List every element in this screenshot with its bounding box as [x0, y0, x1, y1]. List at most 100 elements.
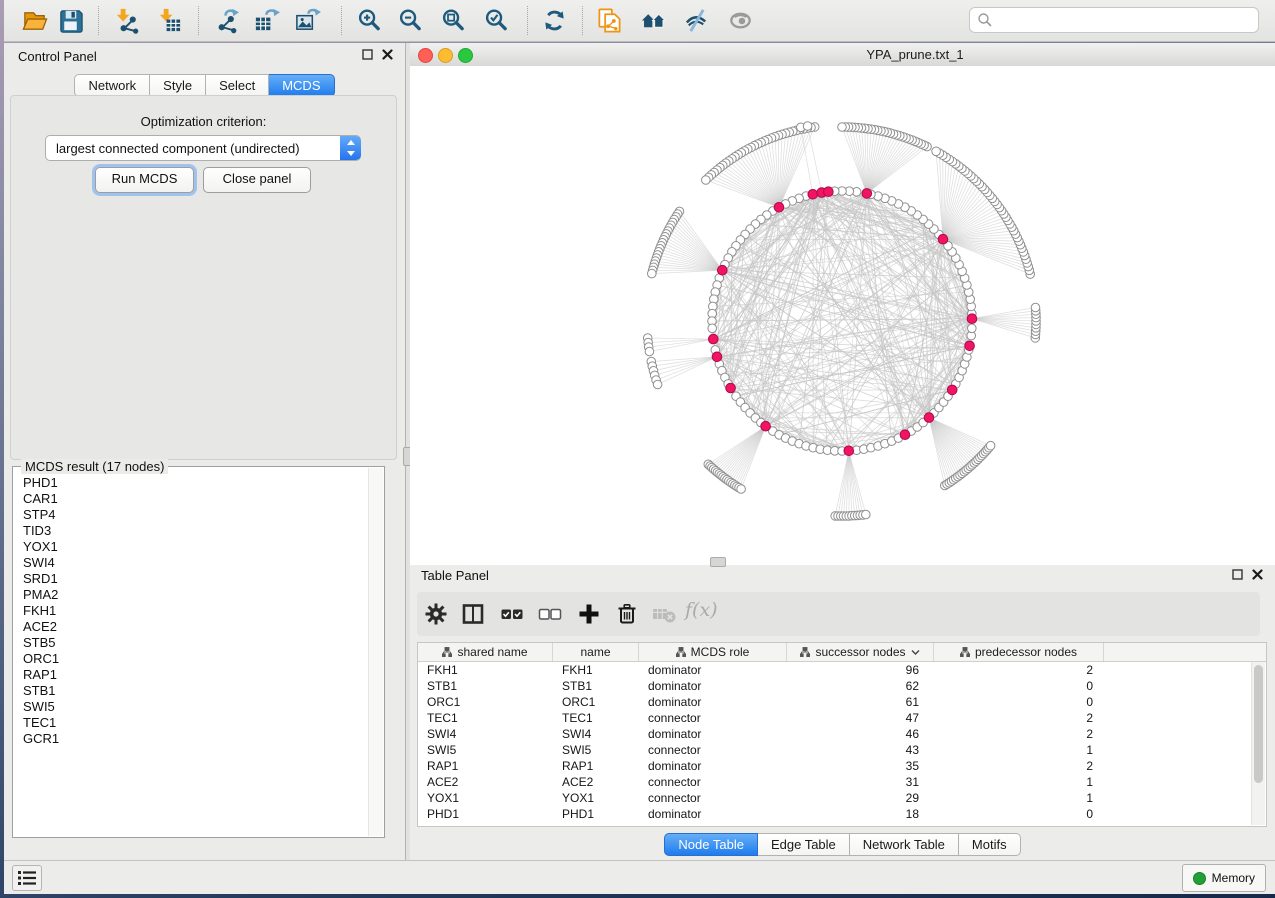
tab-network-table[interactable]: Network Table	[850, 833, 959, 856]
mcds-result-item[interactable]: FKH1	[23, 603, 368, 619]
network-hub-node[interactable]	[924, 413, 934, 423]
tab-edge-table[interactable]: Edge Table	[758, 833, 850, 856]
table-header-row[interactable]: shared namenameMCDS rolesuccessor nodesp…	[418, 643, 1266, 662]
table-settings-icon[interactable]	[423, 601, 449, 627]
network-hub-node[interactable]	[726, 383, 736, 393]
network-node[interactable]	[645, 347, 654, 356]
column-header-shared-name[interactable]: shared name	[418, 643, 553, 661]
float-panel-icon[interactable]	[362, 49, 373, 60]
network-node[interactable]	[708, 324, 717, 333]
mcds-result-item[interactable]: ACE2	[23, 619, 368, 635]
mcds-result-item[interactable]: GCR1	[23, 731, 368, 747]
network-node[interactable]	[932, 147, 941, 156]
horizontal-splitter-handle[interactable]	[710, 557, 726, 567]
search-input[interactable]	[993, 12, 1258, 28]
delete-rows-icon[interactable]	[614, 601, 640, 627]
close-window-icon[interactable]	[418, 48, 433, 63]
zoom-window-icon[interactable]	[458, 48, 473, 63]
table-row[interactable]: ORC1ORC1dominator610	[418, 694, 1252, 710]
tab-mcds[interactable]: MCDS	[269, 74, 334, 97]
task-history-button[interactable]	[12, 865, 42, 891]
mcds-result-item[interactable]: TID3	[23, 523, 368, 539]
close-panel-icon[interactable]	[382, 49, 393, 60]
table-row[interactable]: STB1STB1dominator620	[418, 678, 1252, 694]
network-hub-node[interactable]	[709, 334, 719, 344]
network-hub-node[interactable]	[718, 265, 728, 275]
first-neighbors-icon[interactable]	[640, 7, 667, 34]
tab-style[interactable]: Style	[150, 74, 206, 97]
table-row[interactable]: SWI5SWI5connector431	[418, 742, 1252, 758]
optimization-criterion-select[interactable]: largest connected component (undirected)	[45, 135, 361, 161]
mcds-result-item[interactable]: CAR1	[23, 491, 368, 507]
network-hub-node[interactable]	[900, 430, 910, 440]
save-session-icon[interactable]	[57, 7, 84, 34]
unselect-all-icon[interactable]	[537, 601, 563, 627]
column-header-predecessor-nodes[interactable]: predecessor nodes	[934, 643, 1104, 661]
search-field[interactable]	[969, 7, 1259, 33]
apply-layout-icon[interactable]	[541, 7, 568, 34]
import-network-icon[interactable]	[113, 7, 140, 34]
column-header-name[interactable]: name	[553, 643, 639, 661]
network-hub-node[interactable]	[808, 190, 818, 200]
mcds-result-item[interactable]: RAP1	[23, 667, 368, 683]
network-window-titlebar[interactable]: YPA_prune.txt_1	[410, 43, 1275, 67]
export-network-icon[interactable]	[213, 7, 240, 34]
network-node[interactable]	[653, 380, 662, 389]
column-header-successor-nodes[interactable]: successor nodes	[787, 643, 934, 661]
network-hub-node[interactable]	[774, 203, 784, 213]
zoom-in-icon[interactable]	[356, 7, 383, 34]
column-header-mcds-role[interactable]: MCDS role	[639, 643, 787, 661]
close-panel-button[interactable]: Close panel	[203, 167, 311, 193]
zoom-out-icon[interactable]	[397, 7, 424, 34]
network-node[interactable]	[986, 441, 995, 450]
table-row[interactable]: FKH1FKH1dominator962	[418, 662, 1252, 678]
network-hub-node[interactable]	[947, 385, 957, 395]
network-canvas[interactable]	[410, 66, 1275, 565]
table-row[interactable]: SWI4SWI4dominator462	[418, 726, 1252, 742]
tab-node-table[interactable]: Node Table	[664, 833, 758, 856]
mcds-result-item[interactable]: STB1	[23, 683, 368, 699]
minimize-window-icon[interactable]	[438, 48, 453, 63]
network-node[interactable]	[803, 122, 812, 131]
network-node[interactable]	[968, 324, 977, 333]
show-graphics-details-icon[interactable]	[727, 7, 754, 34]
memory-button[interactable]: Memory	[1182, 864, 1266, 892]
network-node[interactable]	[737, 485, 746, 494]
table-row[interactable]: TEC1TEC1connector472	[418, 710, 1252, 726]
import-table-icon[interactable]	[156, 7, 183, 34]
select-all-icon[interactable]	[499, 601, 525, 627]
network-hub-node[interactable]	[862, 189, 872, 199]
zoom-fit-content-icon[interactable]	[440, 7, 467, 34]
mcds-result-item[interactable]: STP4	[23, 507, 368, 523]
network-hub-node[interactable]	[824, 187, 834, 197]
add-icon[interactable]	[576, 601, 602, 627]
hide-graphics-details-icon[interactable]	[683, 7, 710, 34]
network-hub-node[interactable]	[967, 314, 977, 324]
close-panel-icon[interactable]	[1252, 569, 1263, 580]
mcds-result-item[interactable]: SWI4	[23, 555, 368, 571]
network-node[interactable]	[1031, 303, 1040, 312]
network-hub-node[interactable]	[761, 421, 771, 431]
mcds-result-item[interactable]: ORC1	[23, 651, 368, 667]
network-node[interactable]	[862, 510, 871, 519]
network-hub-node[interactable]	[938, 234, 948, 244]
export-table-icon[interactable]	[253, 7, 280, 34]
network-hub-node[interactable]	[712, 352, 722, 362]
network-node[interactable]	[648, 269, 657, 278]
mcds-result-item[interactable]: SRD1	[23, 571, 368, 587]
mcds-result-item[interactable]: PHD1	[23, 475, 368, 491]
table-row[interactable]: PHD1PHD1dominator180	[418, 806, 1252, 822]
run-mcds-button[interactable]: Run MCDS	[95, 167, 194, 193]
network-hub-node[interactable]	[965, 341, 975, 351]
network-node[interactable]	[702, 176, 711, 185]
open-session-icon[interactable]	[21, 7, 48, 34]
table-row[interactable]: ACE2ACE2connector311	[418, 774, 1252, 790]
tab-network[interactable]: Network	[74, 74, 150, 97]
table-row[interactable]: RAP1RAP1dominator352	[418, 758, 1252, 774]
export-image-icon[interactable]	[294, 7, 321, 34]
mcds-result-item[interactable]: SWI5	[23, 699, 368, 715]
scrollbar-thumb[interactable]	[1254, 665, 1263, 783]
mcds-result-item[interactable]: PMA2	[23, 587, 368, 603]
tab-select[interactable]: Select	[206, 74, 269, 97]
new-network-from-selection-icon[interactable]	[596, 7, 623, 34]
